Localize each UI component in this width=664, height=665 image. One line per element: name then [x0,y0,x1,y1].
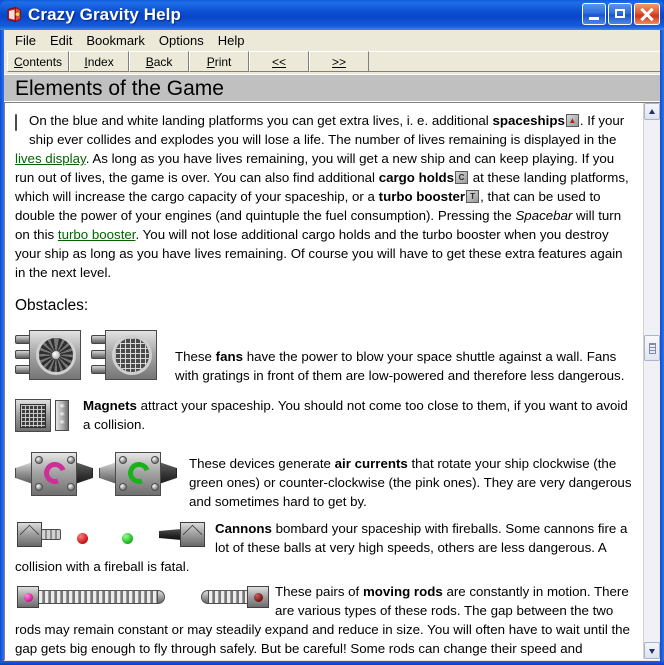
magnets-text: attract your spaceship. You should not c… [83,398,628,432]
air-current-pink-icon [15,450,93,503]
intro-italic-spacebar: Spacebar [515,208,573,223]
moving-rod-right-icon [201,586,269,608]
minimize-button[interactable] [582,3,606,25]
toolbar-contents-label: ontents [22,54,63,69]
intro-paragraph: On the blue and white landing platforms … [15,111,636,282]
rods-block: These pairs of moving rods are constantl… [15,582,636,659]
toolbar-contents-button[interactable]: Contents [7,51,70,72]
menu-bar: File Edit Bookmark Options Help [4,30,660,51]
toolbar-index-label: ndex [87,54,114,69]
toolbar-back-label: ack [153,54,173,69]
cannons-bold: Cannons [215,521,272,536]
menu-help[interactable]: Help [211,31,252,51]
topic-heading-band: Elements of the Game [4,75,660,102]
vertical-scrollbar[interactable] [643,103,660,659]
rods-text-1: These pairs of [275,584,363,599]
toolbar-print-button[interactable]: Print [189,51,250,72]
help-window: Crazy Gravity Help File Edit Bookmark Op… [0,0,664,665]
obstacles-heading: Obstacles: [15,297,89,314]
toolbar-prev-label: << [272,54,287,69]
toolbar-index-button[interactable]: Index [69,51,130,72]
fans-block: These fans have the power to blow your s… [15,325,636,390]
turbo-booster-bonus-icon: T [466,190,480,203]
red-fireball-icon [77,528,88,547]
toolbar-filler [369,51,660,72]
window-border-right [660,30,664,665]
book-icon [5,6,23,24]
air-currents-text-1: These devices generate [189,456,335,471]
cannons-text: bombard your spaceship with fireballs. S… [15,521,628,574]
toolbar: Contents Index Back Print << >> [4,51,660,75]
spaceship-bonus-icon: ▲ [565,114,579,127]
air-currents-bold: air currents [334,456,408,471]
fan-grated-icon [91,327,163,388]
turbo-booster-link[interactable]: turbo booster [58,227,136,242]
magnets-bold: Magnets [83,398,137,413]
content-pane: On the blue and white landing platforms … [4,102,660,660]
intro-bold-cargo-holds: cargo holds [378,170,455,185]
scroll-down-arrow[interactable] [644,642,660,659]
magnets-paragraph: Magnets attract your spaceship. You shou… [15,396,636,434]
intro-block: On the blue and white landing platforms … [15,111,636,282]
maximize-button[interactable] [608,3,632,25]
fans-bold: fans [215,349,243,364]
intro-bold-spaceships: spaceships [492,113,565,128]
lives-display-link[interactable]: lives display [15,151,86,166]
toolbar-prev-button[interactable]: << [249,51,310,72]
toolbar-next-label: >> [332,54,347,69]
green-fireball-icon [122,528,133,547]
landing-platform-icon [15,113,17,132]
cargo-hold-bonus-icon: C [455,171,469,184]
air-currents-block: These devices generate air currents that… [15,448,636,511]
rods-bold: moving rods [362,584,443,599]
help-topic-body: On the blue and white landing platforms … [5,103,642,659]
menu-bookmark[interactable]: Bookmark [79,31,152,51]
client-area: File Edit Bookmark Options Help Contents… [4,30,660,661]
air-current-green-icon [99,450,177,503]
cannons-block: Cannons bombard your spaceship with fire… [15,519,636,576]
scroll-thumb[interactable] [644,335,660,361]
toolbar-back-button[interactable]: Back [129,51,190,72]
menu-file[interactable]: File [8,31,43,51]
window-border-bottom [0,661,664,665]
window-title: Crazy Gravity Help [28,5,181,24]
intro-text-1: On the blue and white landing platforms … [29,113,493,128]
intro-bold-turbo-booster: turbo booster [378,189,466,204]
cannons-paragraph: Cannons bombard your spaceship with fire… [15,519,636,576]
fan-open-icon [15,327,87,388]
close-button[interactable] [634,3,660,25]
fans-text-2: have the power to blow your space shuttl… [175,349,625,383]
page-title: Elements of the Game [15,76,224,100]
fans-text-1: These [175,349,216,364]
menu-options[interactable]: Options [152,31,211,51]
moving-rod-left-icon [17,586,165,608]
scroll-up-arrow[interactable] [644,103,660,120]
cannon-right-facing-icon [17,522,63,548]
cannon-left-facing-icon [159,522,205,548]
menu-edit[interactable]: Edit [43,31,79,51]
magnet-icon [15,399,71,438]
magnets-block: Magnets attract your spaceship. You shou… [15,396,636,440]
caption-button-group [582,3,660,25]
title-bar: Crazy Gravity Help [0,0,664,30]
toolbar-print-label: rint [214,54,232,69]
toolbar-next-button[interactable]: >> [309,51,370,72]
